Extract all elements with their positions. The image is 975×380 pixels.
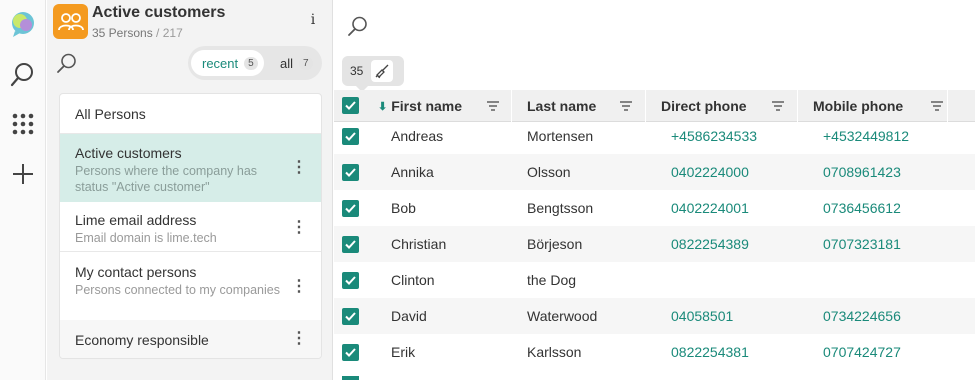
cell-direct-phone[interactable]: 0822254381 [671, 344, 749, 360]
cell-mobile-phone[interactable]: 0708961423 [823, 164, 901, 180]
column-label: Mobile phone [813, 98, 904, 114]
filter-search-icon[interactable] [56, 52, 78, 74]
row-checkbox[interactable] [342, 164, 359, 181]
filter-item-economy-responsible[interactable]: Economy responsible ⋮ [60, 320, 321, 358]
cell-first-name: Annika [391, 164, 434, 180]
cell-direct-phone[interactable]: 0402224000 [671, 164, 749, 180]
filter-list: All Persons Active customers Persons whe… [59, 93, 322, 359]
cell-direct-phone[interactable]: 04058501 [671, 308, 733, 324]
row-checkbox[interactable] [342, 308, 359, 325]
app-rail [0, 0, 46, 380]
table-row[interactable]: Erik Karlsson 0822254381 0707424727 [334, 334, 975, 370]
chat-logo-icon[interactable] [7, 8, 39, 40]
search-icon[interactable] [7, 58, 39, 90]
table-row[interactable]: Christian Börjeson 0822254389 0707323181 [334, 226, 975, 262]
count-label: 35 Persons [92, 26, 153, 40]
column-label: Direct phone [661, 98, 747, 114]
row-checkbox-partial[interactable] [342, 376, 359, 380]
sort-ascending-icon: ⬇ [378, 100, 388, 113]
filter-item-active-customers[interactable]: Active customers Persons where the compa… [60, 134, 321, 202]
cell-last-name: Waterwood [527, 308, 598, 324]
filter-item-title: My contact persons [75, 264, 197, 280]
cell-first-name: David [391, 308, 427, 324]
tab-all[interactable]: all 7 [268, 50, 318, 76]
cell-first-name: Bob [391, 200, 416, 216]
plus-icon[interactable] [7, 158, 39, 190]
total-label: / 217 [156, 26, 183, 40]
filter-panel: Active customers 35 Persons / 217 i rece… [47, 0, 333, 380]
more-options-icon[interactable]: ⋮ [291, 278, 307, 296]
table-row[interactable]: Clinton the Dog [334, 262, 975, 298]
filter-item-lime-email[interactable]: Lime email address Email domain is lime.… [60, 202, 321, 252]
table-row[interactable]: David Waterwood 04058501 0734224656 [334, 298, 975, 334]
cell-mobile-phone[interactable]: +4532449812 [823, 128, 909, 144]
cell-mobile-phone[interactable]: 0707323181 [823, 236, 901, 252]
column-filter-icon[interactable] [930, 99, 944, 113]
cell-first-name: Clinton [391, 272, 435, 288]
cell-first-name: Andreas [391, 128, 444, 144]
table-row[interactable]: Andreas Mortensen +4586234533 +453244981… [334, 118, 975, 154]
apps-grid-icon[interactable] [7, 108, 39, 140]
filter-item-description: Persons where the company has status "Ac… [75, 164, 258, 194]
row-checkbox[interactable] [342, 200, 359, 217]
more-options-icon[interactable]: ⋮ [291, 330, 307, 348]
table-search-icon[interactable] [347, 15, 369, 37]
row-checkbox[interactable] [342, 344, 359, 361]
tab-all-label: all [280, 55, 294, 71]
cell-last-name: Mortensen [527, 128, 594, 144]
filter-item-my-contact-persons[interactable]: My contact persons Persons connected to … [60, 252, 321, 320]
filter-item-title: All Persons [75, 106, 146, 122]
row-checkbox[interactable] [342, 236, 359, 253]
column-label: First name [391, 98, 463, 114]
row-checkbox[interactable] [342, 128, 359, 145]
column-filter-icon[interactable] [486, 99, 500, 113]
tab-recent-label: recent [202, 55, 239, 71]
cell-direct-phone[interactable]: 0402224001 [671, 200, 749, 216]
cell-mobile-phone[interactable]: 0734224656 [823, 308, 901, 324]
table-row[interactable]: Annika Olsson 0402224000 0708961423 [334, 154, 975, 190]
column-filter-icon[interactable] [771, 99, 785, 113]
filter-item-all-persons[interactable]: All Persons [60, 94, 321, 134]
persons-icon [53, 4, 88, 39]
cell-last-name: the Dog [527, 272, 577, 288]
tab-recent-count: 5 [244, 56, 258, 70]
tab-recent[interactable]: recent 5 [191, 50, 264, 76]
record-count: 35 Persons / 217 [92, 26, 183, 40]
more-options-icon[interactable]: ⋮ [291, 219, 307, 237]
cell-last-name: Bengtsson [527, 200, 594, 216]
cell-direct-phone[interactable]: +4586234533 [671, 128, 757, 144]
clear-selection-broom-icon[interactable] [371, 60, 393, 82]
cell-last-name: Karlsson [527, 344, 582, 360]
table-row[interactable]: Bob Bengtsson 0402224001 0736456612 [334, 190, 975, 226]
column-label: Last name [527, 98, 597, 114]
filter-scope-toggle: recent 5 all 7 [188, 46, 322, 80]
cell-first-name: Christian [391, 236, 447, 252]
filter-item-description: Email domain is lime.tech [75, 231, 217, 245]
cell-mobile-phone[interactable]: 0736456612 [823, 200, 901, 216]
select-all-checkbox[interactable] [342, 97, 359, 114]
info-button[interactable]: i [305, 12, 321, 32]
cell-last-name: Olsson [527, 164, 571, 180]
cell-first-name: Erik [391, 344, 416, 360]
filter-item-description: Persons connected to my companies [75, 283, 280, 297]
filter-item-title: Active customers [75, 145, 182, 161]
cell-last-name: Börjeson [527, 236, 583, 252]
page-title: Active customers [92, 4, 226, 21]
filter-item-title: Lime email address [75, 212, 197, 228]
row-checkbox[interactable] [342, 272, 359, 289]
main-content: 35 ⬇ First name Last name Direct phone M… [334, 0, 975, 380]
selection-count-bubble: 35 [342, 56, 404, 92]
tab-all-count: 7 [299, 56, 313, 70]
selected-count: 35 [350, 64, 364, 78]
more-options-icon[interactable]: ⋮ [291, 159, 307, 177]
filter-item-title: Economy responsible [75, 332, 209, 348]
cell-direct-phone[interactable]: 0822254389 [671, 236, 749, 252]
cell-mobile-phone[interactable]: 0707424727 [823, 344, 901, 360]
column-filter-icon[interactable] [619, 99, 633, 113]
